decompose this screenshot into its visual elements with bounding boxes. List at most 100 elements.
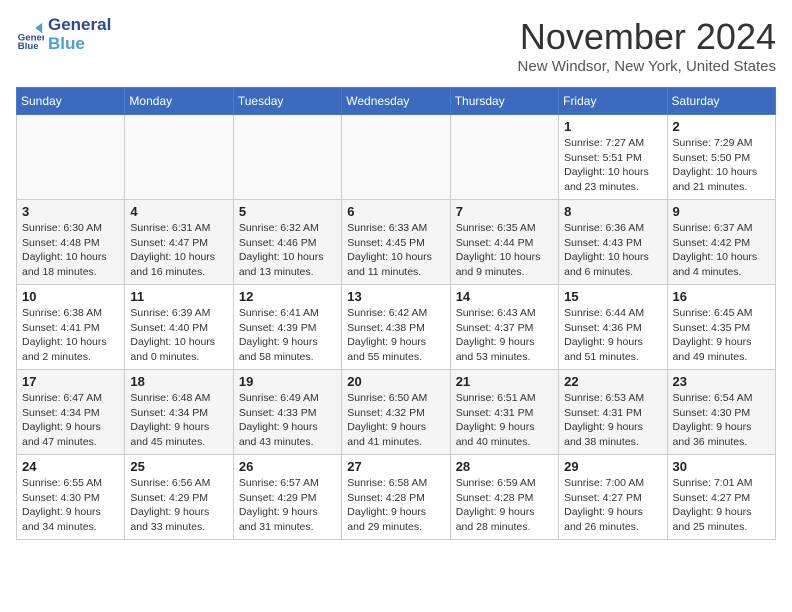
day-number: 4	[130, 204, 227, 219]
day-number: 24	[22, 459, 119, 474]
day-of-week-header: Friday	[559, 88, 667, 115]
calendar-cell: 17Sunrise: 6:47 AMSunset: 4:34 PMDayligh…	[17, 370, 125, 455]
calendar-cell: 28 Sunrise: 6:59 AMSunset: 4:28 PMDayligh…	[450, 455, 558, 540]
calendar-cell: 15 Sunrise: 6:44 AMSunset: 4:36 PMDayligh…	[559, 285, 667, 370]
logo: General Blue General Blue	[16, 16, 111, 53]
calendar-cell: 8Sunrise: 6:36 AMSunset: 4:43 PMDaylight…	[559, 200, 667, 285]
calendar-week-row: 3 Sunrise: 6:30 AMSunset: 4:48 PMDaylight…	[17, 200, 776, 285]
calendar-week-row: 17Sunrise: 6:47 AMSunset: 4:34 PMDayligh…	[17, 370, 776, 455]
day-info: Sunrise: 6:33 AMSunset: 4:45 PMDaylight:…	[347, 221, 444, 280]
calendar: SundayMondayTuesdayWednesdayThursdayFrid…	[16, 87, 776, 540]
calendar-week-row: 1 Sunrise: 7:27 AMSunset: 5:51 PMDaylight…	[17, 115, 776, 200]
day-of-week-header: Thursday	[450, 88, 558, 115]
calendar-cell	[233, 115, 341, 200]
day-info: Sunrise: 6:41 AMSunset: 4:39 PMDaylight:…	[239, 306, 336, 365]
calendar-cell: 9 Sunrise: 6:37 AMSunset: 4:42 PMDaylight…	[667, 200, 775, 285]
day-number: 16	[673, 289, 770, 304]
calendar-cell	[17, 115, 125, 200]
day-info: Sunrise: 7:29 AMSunset: 5:50 PMDaylight:…	[673, 136, 770, 195]
day-info: Sunrise: 6:37 AMSunset: 4:42 PMDaylight:…	[673, 221, 770, 280]
day-number: 21	[456, 374, 553, 389]
day-number: 11	[130, 289, 227, 304]
day-number: 27	[347, 459, 444, 474]
day-of-week-header: Sunday	[17, 88, 125, 115]
calendar-cell: 5 Sunrise: 6:32 AMSunset: 4:46 PMDaylight…	[233, 200, 341, 285]
calendar-week-row: 10 Sunrise: 6:38 AMSunset: 4:41 PMDayligh…	[17, 285, 776, 370]
day-of-week-header: Monday	[125, 88, 233, 115]
day-of-week-header: Wednesday	[342, 88, 450, 115]
logo-general: General	[48, 16, 111, 35]
calendar-cell: 13 Sunrise: 6:42 AMSunset: 4:38 PMDayligh…	[342, 285, 450, 370]
day-info: Sunrise: 6:32 AMSunset: 4:46 PMDaylight:…	[239, 221, 336, 280]
calendar-cell: 20Sunrise: 6:50 AMSunset: 4:32 PMDayligh…	[342, 370, 450, 455]
month-title: November 2024	[518, 16, 776, 58]
day-info: Sunrise: 6:31 AMSunset: 4:47 PMDaylight:…	[130, 221, 227, 280]
calendar-cell: 4 Sunrise: 6:31 AMSunset: 4:47 PMDaylight…	[125, 200, 233, 285]
day-number: 1	[564, 119, 661, 134]
day-of-week-header: Saturday	[667, 88, 775, 115]
day-of-week-header: Tuesday	[233, 88, 341, 115]
day-info: Sunrise: 6:44 AMSunset: 4:36 PMDaylight:…	[564, 306, 661, 365]
calendar-cell	[450, 115, 558, 200]
calendar-week-row: 24Sunrise: 6:55 AMSunset: 4:30 PMDayligh…	[17, 455, 776, 540]
day-number: 3	[22, 204, 119, 219]
calendar-cell: 22Sunrise: 6:53 AMSunset: 4:31 PMDayligh…	[559, 370, 667, 455]
calendar-cell: 2Sunrise: 7:29 AMSunset: 5:50 PMDaylight…	[667, 115, 775, 200]
day-number: 17	[22, 374, 119, 389]
calendar-cell: 14 Sunrise: 6:43 AMSunset: 4:37 PMDayligh…	[450, 285, 558, 370]
calendar-cell: 19 Sunrise: 6:49 AMSunset: 4:33 PMDayligh…	[233, 370, 341, 455]
calendar-cell: 24Sunrise: 6:55 AMSunset: 4:30 PMDayligh…	[17, 455, 125, 540]
day-number: 5	[239, 204, 336, 219]
day-number: 26	[239, 459, 336, 474]
calendar-cell: 11 Sunrise: 6:39 AMSunset: 4:40 PMDayligh…	[125, 285, 233, 370]
calendar-cell: 26 Sunrise: 6:57 AMSunset: 4:29 PMDayligh…	[233, 455, 341, 540]
day-info: Sunrise: 6:35 AMSunset: 4:44 PMDaylight:…	[456, 221, 553, 280]
day-info: Sunrise: 6:59 AMSunset: 4:28 PMDaylight:…	[456, 476, 553, 535]
day-info: Sunrise: 6:56 AMSunset: 4:29 PMDaylight:…	[130, 476, 227, 535]
day-number: 6	[347, 204, 444, 219]
day-number: 9	[673, 204, 770, 219]
calendar-cell: 16 Sunrise: 6:45 AMSunset: 4:35 PMDayligh…	[667, 285, 775, 370]
day-info: Sunrise: 7:01 AMSunset: 4:27 PMDaylight:…	[673, 476, 770, 535]
day-number: 13	[347, 289, 444, 304]
day-info: Sunrise: 6:49 AMSunset: 4:33 PMDaylight:…	[239, 391, 336, 450]
day-info: Sunrise: 6:58 AMSunset: 4:28 PMDaylight:…	[347, 476, 444, 535]
day-info: Sunrise: 6:45 AMSunset: 4:35 PMDaylight:…	[673, 306, 770, 365]
calendar-cell: 18Sunrise: 6:48 AMSunset: 4:34 PMDayligh…	[125, 370, 233, 455]
day-number: 30	[673, 459, 770, 474]
day-info: Sunrise: 6:50 AMSunset: 4:32 PMDaylight:…	[347, 391, 444, 450]
title-block: November 2024 New Windsor, New York, Uni…	[518, 16, 776, 75]
day-info: Sunrise: 6:57 AMSunset: 4:29 PMDaylight:…	[239, 476, 336, 535]
day-info: Sunrise: 6:48 AMSunset: 4:34 PMDaylight:…	[130, 391, 227, 450]
day-info: Sunrise: 6:30 AMSunset: 4:48 PMDaylight:…	[22, 221, 119, 280]
calendar-cell	[125, 115, 233, 200]
day-number: 19	[239, 374, 336, 389]
day-info: Sunrise: 6:43 AMSunset: 4:37 PMDaylight:…	[456, 306, 553, 365]
day-info: Sunrise: 6:54 AMSunset: 4:30 PMDaylight:…	[673, 391, 770, 450]
calendar-cell: 7Sunrise: 6:35 AMSunset: 4:44 PMDaylight…	[450, 200, 558, 285]
day-number: 22	[564, 374, 661, 389]
calendar-cell: 1 Sunrise: 7:27 AMSunset: 5:51 PMDaylight…	[559, 115, 667, 200]
day-number: 8	[564, 204, 661, 219]
calendar-cell: 12Sunrise: 6:41 AMSunset: 4:39 PMDayligh…	[233, 285, 341, 370]
day-info: Sunrise: 6:42 AMSunset: 4:38 PMDaylight:…	[347, 306, 444, 365]
day-info: Sunrise: 7:27 AMSunset: 5:51 PMDaylight:…	[564, 136, 661, 195]
day-info: Sunrise: 6:38 AMSunset: 4:41 PMDaylight:…	[22, 306, 119, 365]
day-number: 14	[456, 289, 553, 304]
calendar-cell: 3 Sunrise: 6:30 AMSunset: 4:48 PMDaylight…	[17, 200, 125, 285]
calendar-cell: 30 Sunrise: 7:01 AMSunset: 4:27 PMDayligh…	[667, 455, 775, 540]
day-number: 15	[564, 289, 661, 304]
calendar-header-row: SundayMondayTuesdayWednesdayThursdayFrid…	[17, 88, 776, 115]
calendar-cell: 21 Sunrise: 6:51 AMSunset: 4:31 PMDayligh…	[450, 370, 558, 455]
location: New Windsor, New York, United States	[518, 58, 776, 75]
day-info: Sunrise: 6:51 AMSunset: 4:31 PMDaylight:…	[456, 391, 553, 450]
calendar-cell: 10 Sunrise: 6:38 AMSunset: 4:41 PMDayligh…	[17, 285, 125, 370]
calendar-cell	[342, 115, 450, 200]
logo-blue: Blue	[48, 35, 111, 54]
calendar-cell: 6 Sunrise: 6:33 AMSunset: 4:45 PMDaylight…	[342, 200, 450, 285]
calendar-cell: 27 Sunrise: 6:58 AMSunset: 4:28 PMDayligh…	[342, 455, 450, 540]
day-number: 25	[130, 459, 227, 474]
day-info: Sunrise: 6:39 AMSunset: 4:40 PMDaylight:…	[130, 306, 227, 365]
day-number: 28	[456, 459, 553, 474]
day-number: 10	[22, 289, 119, 304]
